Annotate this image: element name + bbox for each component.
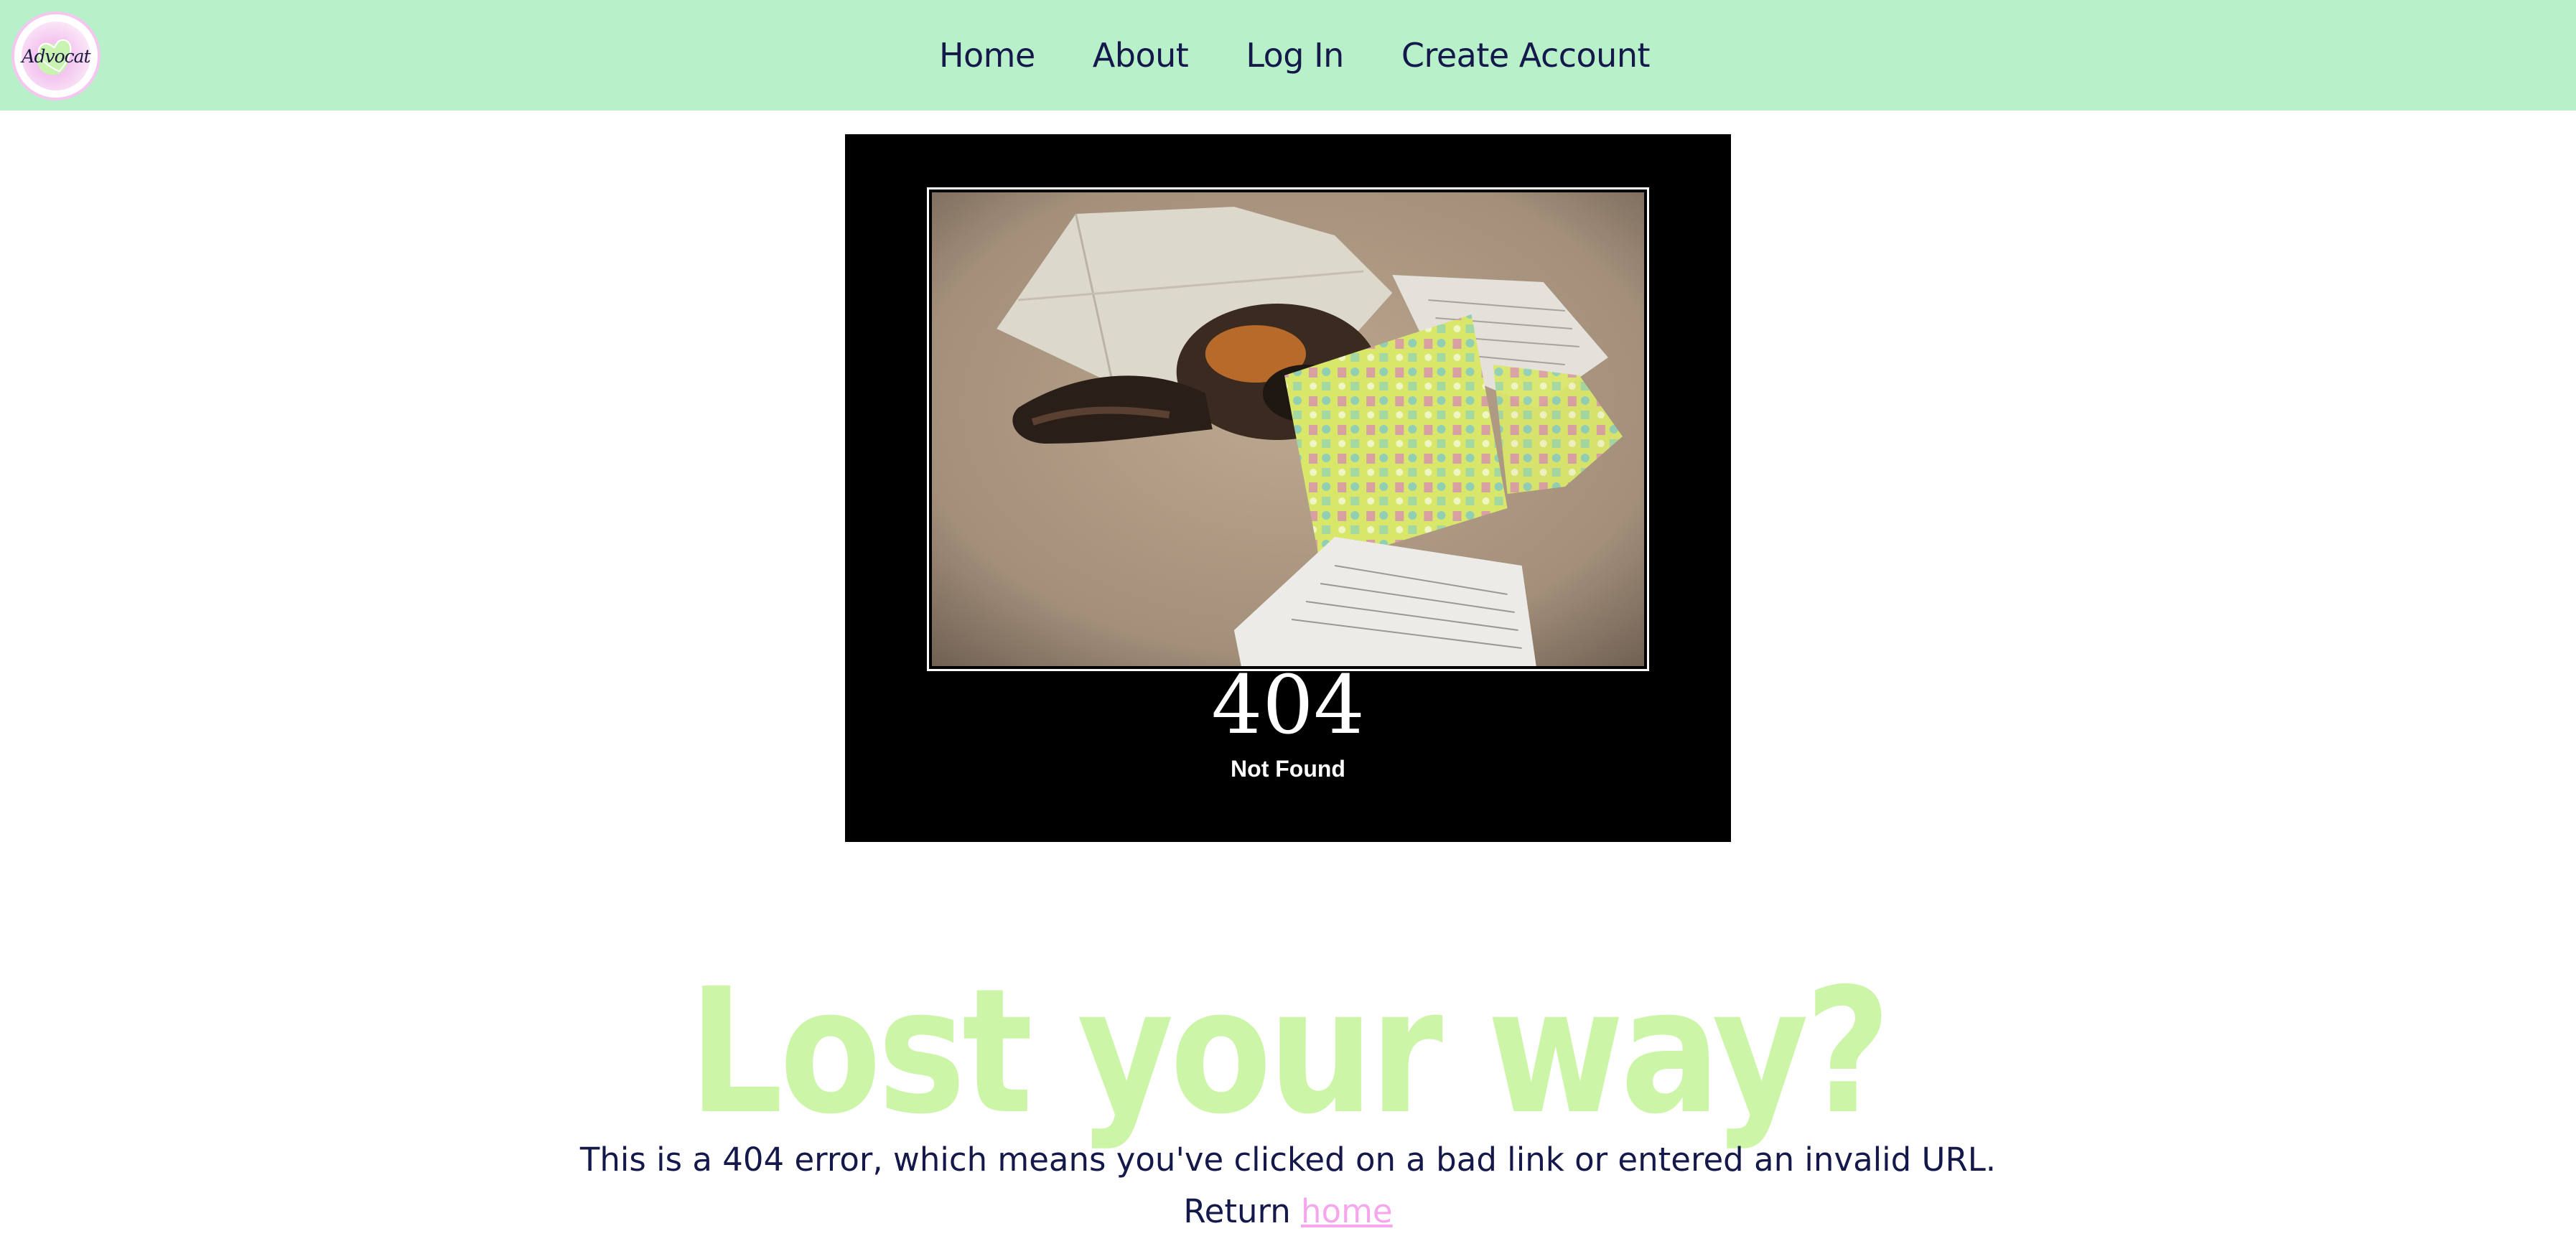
nav-about-link[interactable]: About [1093,36,1189,75]
nav-login-link[interactable]: Log In [1246,36,1344,75]
cat-under-papers-photo [932,192,1644,666]
error-message: This is a 404 error, which means you've … [0,1134,2576,1237]
return-prefix: Return [1183,1192,1291,1230]
404-poster-image: 404 Not Found [845,134,1731,842]
nav-home-link[interactable]: Home [939,36,1035,75]
return-line: Return home [0,1186,2576,1237]
poster-photo-frame [927,187,1649,671]
return-home-link[interactable]: home [1301,1192,1393,1230]
poster-caption: Not Found [1231,756,1345,782]
navbar: Advocat Home About Log In Create Account [0,0,2576,111]
main-nav: Home About Log In Create Account [0,0,2576,111]
error-description: This is a 404 error, which means you've … [579,1141,1997,1179]
nav-create-account-link[interactable]: Create Account [1401,36,1651,75]
page-headline: Lost your way? [689,950,1890,1152]
poster-404-number: 404 [1211,659,1365,752]
